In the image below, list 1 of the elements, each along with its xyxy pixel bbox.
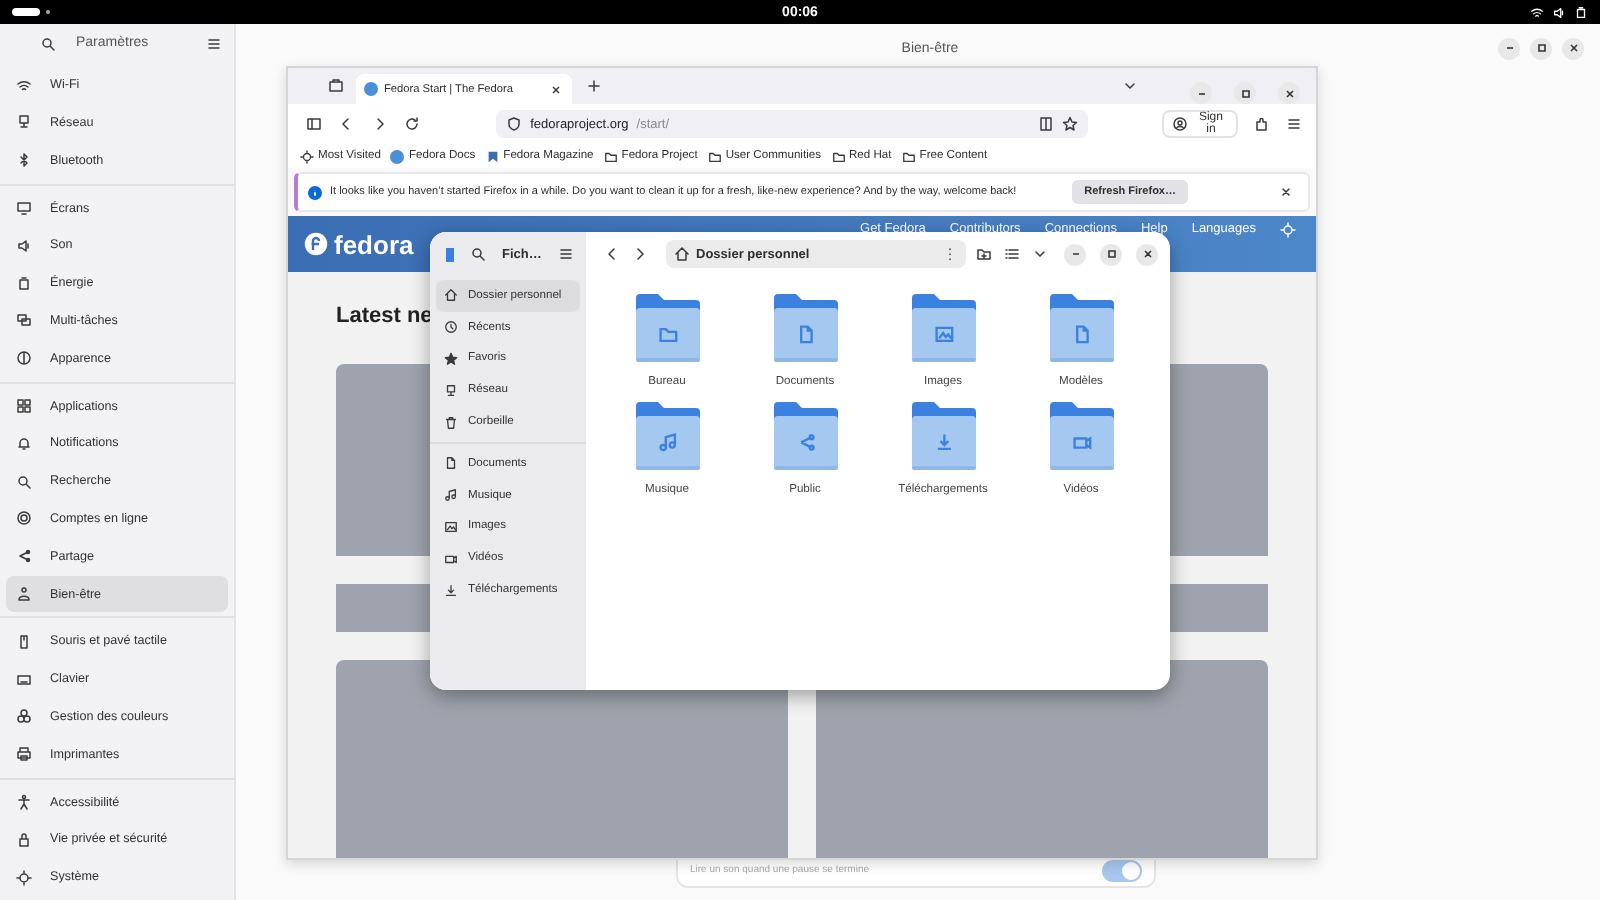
site-logo[interactable]: fedora xyxy=(334,229,414,259)
